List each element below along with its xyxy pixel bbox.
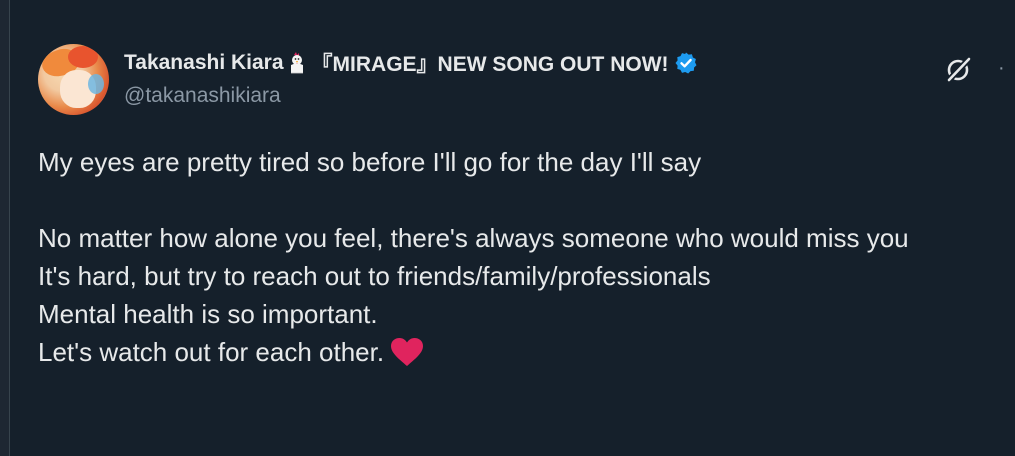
author-handle[interactable]: @takanashikiara <box>124 84 281 108</box>
tweet-line: It's hard, but try to reach out to frien… <box>38 261 711 291</box>
grok-icon[interactable] <box>944 54 974 84</box>
author-display-name[interactable]: Takanashi Kiara <box>124 51 284 75</box>
author-name-row[interactable]: Takanashi Kiara 『MIRAGE』NEW SONG OUT NOW… <box>124 49 698 77</box>
tweet-line: Mental health is so important. <box>38 299 378 329</box>
chicken-icon <box>288 52 306 74</box>
tweet-text: My eyes are pretty tired so before I'll … <box>38 143 1010 371</box>
avatar-hair-accent <box>68 46 98 68</box>
avatar-accent <box>88 74 104 94</box>
avatar[interactable] <box>38 44 109 115</box>
left-rail <box>0 0 10 456</box>
verified-badge-icon[interactable] <box>674 51 698 75</box>
tweet-line: No matter how alone you feel, there's al… <box>38 223 909 253</box>
tweet[interactable]: Takanashi Kiara 『MIRAGE』NEW SONG OUT NOW… <box>10 0 1015 456</box>
tweet-line <box>38 181 1010 219</box>
tweet-line: Let's watch out for each other. <box>38 337 385 367</box>
heart-icon <box>390 337 424 367</box>
tweet-line: My eyes are pretty tired so before I'll … <box>38 147 702 177</box>
author-name-suffix: 『MIRAGE』NEW SONG OUT NOW! <box>311 53 669 76</box>
tweet-line-last: Let's watch out for each other. <box>38 333 1010 371</box>
more-options-icon[interactable]: · <box>998 58 1015 78</box>
